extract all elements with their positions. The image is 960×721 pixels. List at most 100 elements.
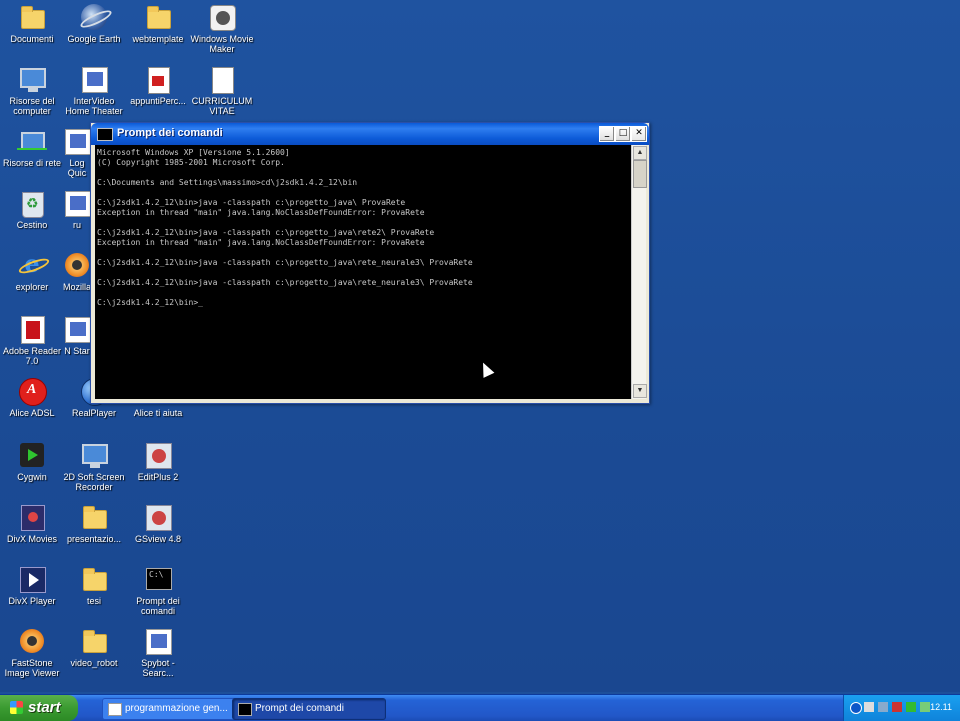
- window-titlebar[interactable]: Prompt dei comandi _ □ ✕: [91, 123, 649, 145]
- desktop-icon-partial-log[interactable]: Log Quic: [62, 126, 92, 178]
- desktop-icon-alice-adsl[interactable]: Alice ADSL: [0, 376, 64, 418]
- desktop-icon-label: FastStone Image Viewer: [4, 658, 60, 678]
- partial-app-icon: [62, 126, 92, 156]
- google-earth-icon: [79, 2, 109, 32]
- desktop-icon-risorse-rete[interactable]: Risorse di rete: [0, 126, 64, 168]
- desktop-icon-presentazio[interactable]: presentazio...: [62, 502, 126, 544]
- desktop-icon-label: Adobe Reader 7.0: [2, 346, 62, 366]
- desktop-icon-explorer[interactable]: e explorer: [0, 250, 64, 293]
- desktop-icon-label: ru: [72, 220, 81, 230]
- internet-explorer-icon: e: [17, 250, 47, 280]
- desktop-icon-mozilla[interactable]: Mozilla: [62, 250, 92, 292]
- maximize-button[interactable]: □: [615, 126, 631, 142]
- network-icon[interactable]: [864, 702, 874, 712]
- desktop-icon-label: tesi: [86, 596, 101, 606]
- clock[interactable]: 12.11: [930, 702, 952, 712]
- desktop-icon-editplus[interactable]: EditPlus 2: [126, 440, 190, 482]
- desktop-icon-label: Log Quic: [67, 158, 87, 178]
- desktop-icon-label: explorer: [15, 282, 49, 292]
- intervideo-icon: [79, 64, 109, 94]
- desktop-icon-faststone[interactable]: FastStone Image Viewer: [0, 626, 64, 678]
- folder-icon: [79, 626, 109, 656]
- minimize-button[interactable]: _: [599, 126, 615, 142]
- desktop-icon-movie-maker[interactable]: Windows Movie Maker: [190, 2, 254, 54]
- update-icon[interactable]: [906, 702, 916, 712]
- console-icon: [97, 128, 113, 141]
- desktop-icon-label: GSview 4.8: [134, 534, 182, 544]
- editplus-icon: [143, 440, 173, 470]
- screen-recorder-icon: [79, 440, 109, 470]
- folder-icon: [79, 502, 109, 532]
- desktop-icon-divx-movies[interactable]: DivX Movies: [0, 502, 64, 544]
- desktop-icon-label: Alice ADSL: [9, 408, 55, 418]
- start-label: start: [28, 699, 61, 716]
- desktop-icon-label: 2D Soft Screen Recorder: [63, 472, 125, 492]
- desktop-icon-label: presentazio...: [66, 534, 122, 544]
- divx-player-icon: [17, 564, 47, 594]
- partial-app-icon: [62, 314, 92, 344]
- desktop-icon-divx-player[interactable]: DivX Player: [0, 564, 64, 606]
- desktop-icon-video-robot[interactable]: video_robot: [62, 626, 126, 668]
- partial-app-icon: [62, 188, 92, 218]
- desktop-icon-adobe-reader[interactable]: Adobe Reader 7.0: [0, 314, 64, 366]
- start-button[interactable]: start: [0, 695, 78, 721]
- recycle-bin-icon: [17, 188, 47, 218]
- desktop-icon-label: Spybot - Searc...: [141, 658, 175, 678]
- desktop-icon-label: EditPlus 2: [137, 472, 179, 482]
- scroll-thumb[interactable]: [633, 160, 647, 188]
- pdf-document-icon: [143, 64, 173, 94]
- volume-icon[interactable]: [878, 702, 888, 712]
- desktop-icon-label: Mozilla: [62, 282, 91, 292]
- desktop-icon-gsview[interactable]: GSview 4.8: [126, 502, 190, 544]
- desktop-icon-prompt[interactable]: Prompt dei comandi: [126, 564, 190, 616]
- desktop-icon-label: Prompt dei comandi: [136, 596, 180, 616]
- folder-icon: [79, 564, 109, 594]
- desktop-icon-spybot[interactable]: Spybot - Searc...: [126, 626, 190, 678]
- desktop: Documenti Risorse del computer Risorse d…: [0, 0, 960, 692]
- console-output: Microsoft Windows XP [Versione 5.1.2600]…: [97, 148, 473, 307]
- alice-adsl-icon: [17, 376, 47, 406]
- console-area[interactable]: Microsoft Windows XP [Versione 5.1.2600]…: [95, 145, 631, 399]
- cygwin-icon: [17, 440, 47, 470]
- desktop-icon-label: Windows Movie Maker: [190, 34, 254, 54]
- desktop-icon-appunti[interactable]: appuntiPerc...: [126, 64, 190, 106]
- network-places-icon: [17, 126, 47, 156]
- desktop-icon-documenti[interactable]: Documenti: [0, 2, 64, 44]
- desktop-icon-cestino[interactable]: Cestino: [0, 188, 64, 230]
- desktop-icon-label: Documenti: [10, 34, 54, 44]
- desktop-icon-webtemplate[interactable]: webtemplate: [126, 2, 190, 44]
- desktop-icon-cygwin[interactable]: Cygwin: [0, 440, 64, 482]
- faststone-icon: [17, 626, 47, 656]
- taskbar-item-document[interactable]: programmazione gen...: [102, 698, 244, 720]
- desktop-icon-label: Risorse di rete: [2, 158, 62, 168]
- gsview-icon: [143, 502, 173, 532]
- folder-icon: [143, 2, 173, 32]
- desktop-icon-label: Risorse del computer: [9, 96, 55, 116]
- desktop-icon-label: webtemplate: [132, 34, 184, 44]
- desktop-icon-label: appuntiPerc...: [130, 96, 186, 106]
- tray-app-icon[interactable]: [920, 702, 930, 712]
- documents-folder-icon: [17, 2, 47, 32]
- desktop-icon-risorse-computer[interactable]: Risorse del computer: [0, 64, 64, 116]
- desktop-icon-intervideo[interactable]: InterVideo Home Theater: [62, 64, 126, 116]
- desktop-icon-partial-star[interactable]: N Star: [62, 314, 92, 356]
- desktop-icon-label: video_robot: [70, 658, 118, 668]
- taskbar-item-prompt[interactable]: Prompt dei comandi: [232, 698, 386, 720]
- scroll-up-arrow-icon[interactable]: ▲: [633, 146, 647, 160]
- scroll-down-arrow-icon[interactable]: ▼: [633, 384, 647, 398]
- desktop-icon-tesi[interactable]: tesi: [62, 564, 126, 606]
- taskbar: start programmazione gen... Prompt dei c…: [0, 694, 960, 721]
- bluetooth-icon[interactable]: [850, 702, 862, 714]
- desktop-icon-google-earth[interactable]: Google Earth: [62, 2, 126, 44]
- spybot-icon: [143, 626, 173, 656]
- window-title: Prompt dei comandi: [117, 127, 223, 139]
- desktop-icon-label: InterVideo Home Theater: [65, 96, 123, 116]
- command-prompt-icon: [143, 564, 173, 594]
- close-button[interactable]: ✕: [631, 126, 647, 142]
- vertical-scrollbar[interactable]: ▲ ▼: [631, 145, 647, 399]
- desktop-icon-screen-recorder[interactable]: 2D Soft Screen Recorder: [62, 440, 126, 492]
- antivirus-icon[interactable]: [892, 702, 902, 712]
- desktop-icon-curriculum[interactable]: CURRICULUM VITAE: [190, 64, 254, 116]
- command-prompt-window[interactable]: Prompt dei comandi _ □ ✕ Microsoft Windo…: [90, 122, 650, 404]
- desktop-icon-partial-ru[interactable]: ru: [62, 188, 92, 230]
